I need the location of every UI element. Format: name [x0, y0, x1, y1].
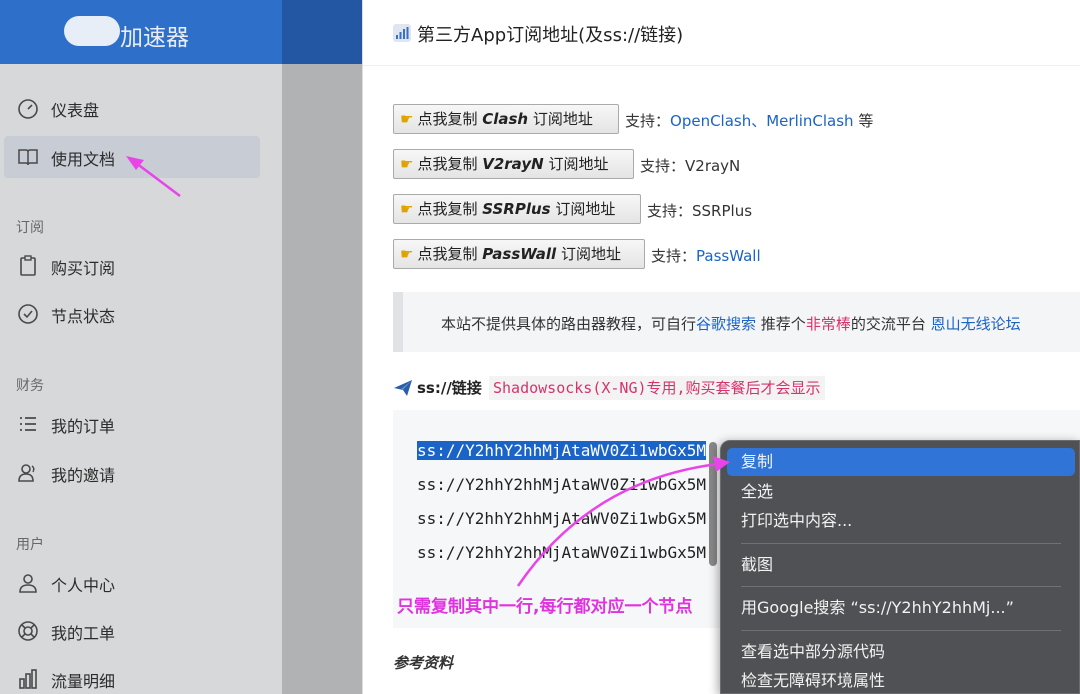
pointing-hand-icon: ☛: [400, 200, 414, 218]
brand-name: 加速器: [120, 25, 189, 51]
modal-backdrop[interactable]: [282, 64, 362, 694]
menu-item-inspect-accessibility[interactable]: 检查无障碍环境属性: [727, 667, 1075, 694]
lifebuoy-icon: [18, 621, 38, 641]
gauge-icon: [18, 99, 38, 119]
sidebar: 加速器 仪表盘 使用文档 订阅 购买订阅 节点状态 财务 我的订单 我的邀请 用…: [0, 0, 282, 694]
brand-header[interactable]: 加速器: [0, 0, 282, 64]
header-backdrop: [282, 0, 362, 64]
button-text: 订阅地址: [556, 245, 621, 263]
brand-logo: [64, 16, 120, 46]
menu-item-screenshot[interactable]: 截图: [727, 551, 1075, 579]
copy-v2rayn-button[interactable]: ☛ 点我复制 V2rayN 订阅地址: [393, 149, 634, 179]
pointing-hand-icon: ☛: [400, 110, 414, 128]
clipboard-icon: [20, 255, 36, 276]
button-text: 点我复制: [417, 200, 483, 218]
sidebar-item-label: 我的邀请: [51, 466, 116, 485]
sidebar-item-buy[interactable]: 购买订阅: [4, 245, 260, 287]
users-icon: [18, 464, 35, 482]
sidebar-item-dashboard[interactable]: 仪表盘: [4, 87, 260, 129]
ss-tag: Shadowsocks(X-NG)专用,购买套餐后才会显示: [489, 376, 825, 400]
signal-icon: [393, 24, 411, 42]
sidebar-item-label: 仪表盘: [51, 101, 100, 120]
sidebar-item-orders[interactable]: 我的订单: [4, 403, 260, 445]
book-icon: [18, 149, 38, 166]
sidebar-item-profile[interactable]: 个人中心: [4, 562, 260, 604]
section-label-user: 用户: [16, 537, 44, 553]
drawer-header: 第三方App订阅地址(及ss://链接): [363, 0, 1080, 66]
menu-item-google-search[interactable]: 用Google搜索 “ss://Y2hhY2hhMj...”: [727, 594, 1075, 622]
sidebar-item-node-status[interactable]: 节点状态: [4, 293, 260, 335]
menu-separator: [741, 630, 1061, 631]
menu-item-copy[interactable]: 复制: [727, 448, 1075, 476]
button-bold-text: V2rayN: [482, 155, 544, 173]
button-bold-text: Clash: [482, 110, 529, 128]
sidebar-item-label: 我的订单: [51, 417, 116, 436]
menu-item-view-source[interactable]: 查看选中部分源代码: [727, 638, 1075, 666]
ss-link-line[interactable]: ss://Y2hhY2hhMjAtaWV0Zi1wbGx5M: [417, 509, 706, 528]
pointing-hand-icon: ☛: [400, 155, 414, 173]
button-text: 点我复制: [417, 245, 483, 263]
drawer-title: 第三方App订阅地址(及ss://链接): [417, 25, 684, 46]
ss-link-line[interactable]: ss://Y2hhY2hhMjAtaWV0Zi1wbGx5M: [417, 441, 706, 460]
copy-clash-button[interactable]: ☛ 点我复制 Clash 订阅地址: [393, 104, 619, 134]
button-text: 订阅地址: [528, 110, 593, 128]
note-text: 本站不提供具体的路由器教程，可自行谷歌搜索 推荐个非常棒的交流平台 恩山无线论坛: [441, 315, 1021, 333]
support-link[interactable]: OpenClash、MerlinClash: [670, 112, 854, 130]
list-icon: [20, 417, 36, 431]
sidebar-item-traffic[interactable]: 流量明细: [4, 658, 260, 694]
ss-title: ss://链接: [417, 379, 482, 397]
button-text: 订阅地址: [550, 200, 616, 218]
user-icon: [19, 574, 37, 593]
bar-chart-icon: [19, 669, 37, 689]
ss-link-line[interactable]: ss://Y2hhY2hhMjAtaWV0Zi1wbGx5M: [417, 475, 706, 494]
sidebar-item-label: 我的工单: [51, 624, 116, 643]
note-blockquote: 本站不提供具体的路由器教程，可自行谷歌搜索 推荐个非常棒的交流平台 恩山无线论坛: [393, 292, 1080, 352]
sidebar-item-invites[interactable]: 我的邀请: [4, 452, 260, 494]
check-circle-icon: [18, 304, 38, 324]
menu-separator: [741, 586, 1061, 587]
reference-heading: 参考资料: [393, 654, 454, 672]
menu-item-select-all[interactable]: 全选: [727, 478, 1075, 506]
menu-item-print-selection[interactable]: 打印选中内容...: [727, 507, 1075, 535]
copy-ssrplus-button[interactable]: ☛ 点我复制 SSRPlus 订阅地址: [393, 194, 641, 224]
pointing-hand-icon: ☛: [400, 245, 414, 263]
support-text: 支持：OpenClash、MerlinClash 等: [625, 112, 874, 130]
menu-separator: [741, 543, 1061, 544]
support-text: 支持：V2rayN: [640, 157, 741, 175]
sidebar-item-tickets[interactable]: 我的工单: [4, 610, 260, 652]
button-bold-text: SSRPlus: [482, 200, 551, 218]
paper-plane-icon: [394, 380, 412, 396]
annotation-text: 只需复制其中一行,每行都对应一个节点: [397, 597, 693, 617]
sidebar-item-label: 个人中心: [51, 576, 116, 595]
sidebar-item-docs[interactable]: 使用文档: [4, 136, 260, 178]
support-text: 支持：SSRPlus: [647, 202, 753, 220]
sidebar-item-label: 购买订阅: [51, 259, 116, 278]
button-text: 订阅地址: [543, 155, 609, 173]
enshan-forum-link[interactable]: 恩山无线论坛: [931, 315, 1021, 333]
section-label-subscribe: 订阅: [16, 220, 44, 236]
sidebar-item-label: 流量明细: [51, 672, 116, 691]
context-menu: 复制 全选 打印选中内容... 截图 用Google搜索 “ss://Y2hhY…: [720, 440, 1080, 694]
ss-link-line[interactable]: ss://Y2hhY2hhMjAtaWV0Zi1wbGx5M: [417, 543, 706, 562]
text-cursor-bar: [709, 442, 717, 566]
copy-passwall-button[interactable]: ☛ 点我复制 PassWall 订阅地址: [393, 239, 645, 269]
button-text: 点我复制: [417, 155, 483, 173]
section-label-finance: 财务: [16, 378, 44, 394]
button-bold-text: PassWall: [482, 245, 557, 263]
support-text: 支持：PassWall: [651, 247, 761, 265]
support-link[interactable]: PassWall: [696, 247, 761, 265]
sidebar-item-label: 使用文档: [51, 150, 116, 169]
button-text: 点我复制: [417, 110, 483, 128]
google-search-link[interactable]: 谷歌搜索: [696, 315, 756, 333]
sidebar-item-label: 节点状态: [51, 307, 116, 326]
